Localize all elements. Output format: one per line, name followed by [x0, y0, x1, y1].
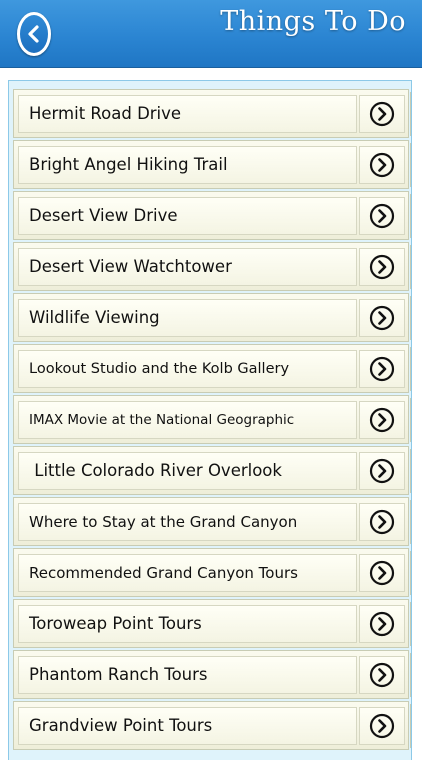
chevron-right-circle-icon [369, 509, 395, 534]
list-item-label: Phantom Ranch Tours [18, 655, 357, 694]
row-edge [410, 653, 411, 697]
chevron-right-circle-icon [369, 101, 395, 126]
list-item[interactable]: Grandview Point Tours [13, 701, 411, 750]
list-item[interactable]: Recommended Grand Canyon Tours [13, 548, 411, 597]
row-edge [410, 194, 411, 238]
chevron-right-circle-icon [369, 356, 395, 381]
row-edge [410, 500, 411, 544]
list-item-label: Toroweap Point Tours [18, 604, 357, 643]
row-edge [410, 602, 411, 646]
page-title: Things To Do [220, 6, 406, 37]
row-edge [410, 449, 411, 493]
chevron-right-circle-icon [369, 152, 395, 177]
list-item[interactable]: Hermit Road Drive [13, 89, 411, 138]
list-item[interactable]: Wildlife Viewing [13, 293, 411, 342]
list-item-label: Desert View Drive [18, 196, 357, 235]
row-arrow-button[interactable] [359, 604, 405, 643]
row-edge [410, 347, 411, 391]
row-edge [410, 704, 411, 748]
row-arrow-button[interactable] [359, 400, 405, 439]
list-item-label: Desert View Watchtower [18, 247, 357, 286]
list-item[interactable]: Toroweap Point Tours [13, 599, 411, 648]
list-item[interactable]: Bright Angel Hiking Trail [13, 140, 411, 189]
row-arrow-button[interactable] [359, 94, 405, 133]
row-edge [410, 398, 411, 442]
list-item-label: Hermit Road Drive [18, 94, 357, 133]
list-item-label: Grandview Point Tours [18, 706, 357, 745]
things-to-do-list: Hermit Road Drive Bright Angel Hiking Tr… [8, 80, 412, 760]
chevron-right-circle-icon [369, 662, 395, 687]
back-button[interactable] [17, 12, 51, 56]
chevron-right-circle-icon [369, 560, 395, 585]
chevron-right-circle-icon [369, 305, 395, 330]
row-arrow-button[interactable] [359, 706, 405, 745]
row-edge [410, 92, 411, 136]
chevron-right-circle-icon [369, 458, 395, 483]
row-arrow-button[interactable] [359, 247, 405, 286]
row-arrow-button[interactable] [359, 196, 405, 235]
list-item[interactable]: Little Colorado River Overlook [13, 446, 411, 495]
chevron-right-circle-icon [369, 713, 395, 738]
row-arrow-button[interactable] [359, 145, 405, 184]
list-item[interactable]: Lookout Studio and the Kolb Gallery [13, 344, 411, 393]
header-bar: Things To Do [0, 0, 422, 68]
row-edge [410, 245, 411, 289]
row-arrow-button[interactable] [359, 298, 405, 337]
list-item[interactable]: Desert View Watchtower [13, 242, 411, 291]
list-item-label: Wildlife Viewing [18, 298, 357, 337]
list-item-label: Little Colorado River Overlook [18, 451, 357, 490]
chevron-right-circle-icon [369, 254, 395, 279]
list-item-label: Bright Angel Hiking Trail [18, 145, 357, 184]
row-arrow-button[interactable] [359, 451, 405, 490]
row-arrow-button[interactable] [359, 349, 405, 388]
row-edge [410, 296, 411, 340]
row-arrow-button[interactable] [359, 655, 405, 694]
row-arrow-button[interactable] [359, 553, 405, 592]
list-item-label: Lookout Studio and the Kolb Gallery [18, 349, 357, 388]
list-item[interactable]: IMAX Movie at the National Geographic [13, 395, 411, 444]
row-edge [410, 143, 411, 187]
list-item-label: Where to Stay at the Grand Canyon [18, 502, 357, 541]
chevron-right-circle-icon [369, 611, 395, 636]
list-item[interactable]: Desert View Drive [13, 191, 411, 240]
row-edge [410, 551, 411, 595]
chevron-right-circle-icon [369, 407, 395, 432]
chevron-left-icon [28, 25, 39, 43]
list-item-label: Recommended Grand Canyon Tours [18, 553, 357, 592]
chevron-right-circle-icon [369, 203, 395, 228]
list-item-label: IMAX Movie at the National Geographic [18, 400, 357, 439]
list-item[interactable]: Where to Stay at the Grand Canyon [13, 497, 411, 546]
row-arrow-button[interactable] [359, 502, 405, 541]
list-item[interactable]: Phantom Ranch Tours [13, 650, 411, 699]
